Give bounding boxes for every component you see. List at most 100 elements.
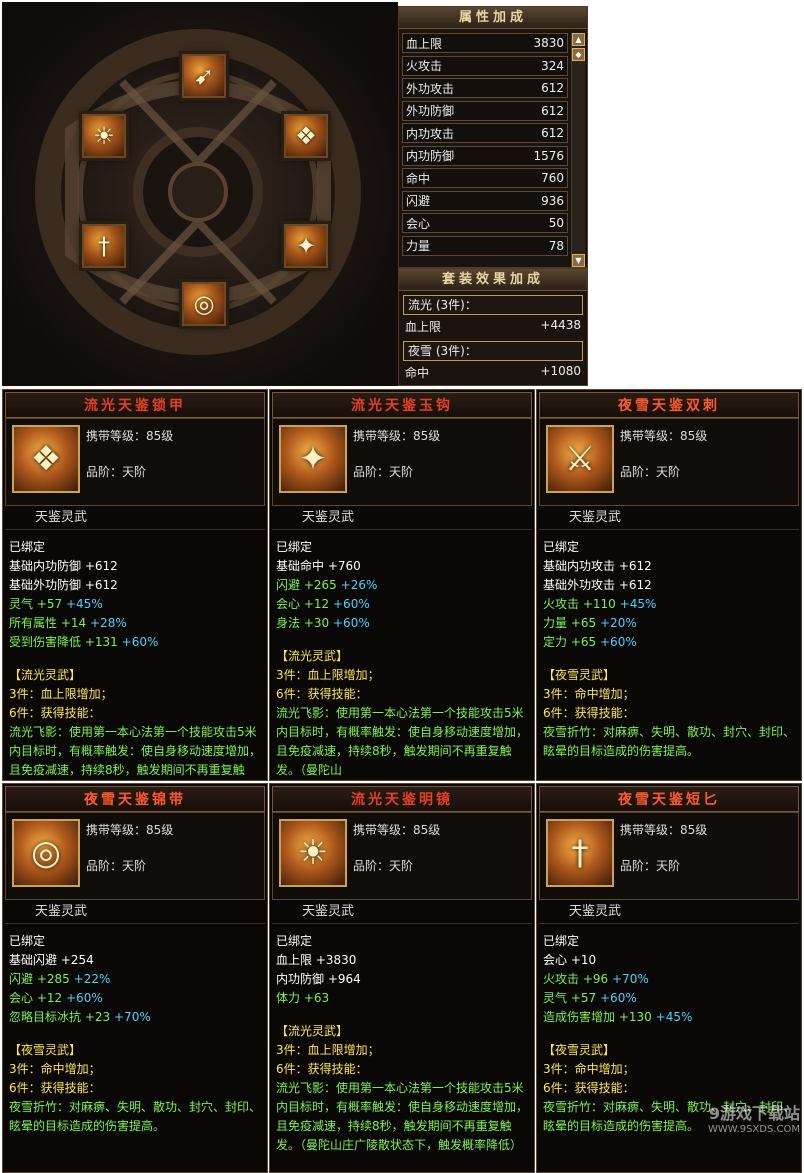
base-stat: 血上限 +3830 xyxy=(276,951,534,970)
stat-value: +254 xyxy=(60,953,94,967)
slot-top-weapon-icon[interactable]: ➹ xyxy=(182,54,226,98)
item-title: 流光天鉴玉钩 xyxy=(272,392,532,418)
item-subtype: 天鉴灵武 xyxy=(272,506,532,530)
attribute-value: 50 xyxy=(548,216,564,230)
item-header: † 携带等级：85级 品阶：天阶 xyxy=(539,812,799,900)
dual-dagger-icon[interactable]: ⚔ xyxy=(546,425,614,493)
attribute-name: 闪避 xyxy=(406,194,431,208)
stat-value: +65 xyxy=(570,616,597,630)
extra-stat: 忽略目标冰抗 +23 +70% xyxy=(9,1008,267,1027)
item-title: 夜雪天鉴锦带 xyxy=(5,786,265,812)
scroll-down-icon[interactable]: ▼ xyxy=(572,254,585,267)
base-stat: 基础内功防御 +612 xyxy=(9,557,267,576)
stat-bonus: +45% xyxy=(655,1010,693,1024)
short-blade-icon[interactable]: † xyxy=(546,819,614,887)
extra-stat: 灵气 +57 +45% xyxy=(9,595,267,614)
item-grade: 品阶：天阶 xyxy=(353,859,414,873)
item-tooltip-card: 流光天鉴明镜 ☀ 携带等级：85级 品阶：天阶 天鉴灵武 已绑定 血上限 +3830 内功防… xyxy=(269,783,535,1173)
item-header: ◎ 携带等级：85级 品阶：天阶 xyxy=(5,812,265,900)
slot-short-blade-icon[interactable]: † xyxy=(82,224,126,268)
attribute-value: 612 xyxy=(541,126,564,140)
stat-bonus: +60% xyxy=(333,616,370,630)
stat-value: +12 xyxy=(303,597,330,611)
item-stats: 已绑定 基础内功攻击 +612 基础外功攻击 +612 火攻击 +110 +45%… xyxy=(537,530,801,761)
attribute-row: 内功攻击 612 xyxy=(402,123,568,143)
item-stats: 已绑定 血上限 +3830 内功防御 +964 体力 +63 【流光灵武】 3件：血… xyxy=(270,924,534,1155)
skill-description: 流光飞影：使用第一本心法第一个技能攻击5米内目标时，有概率触发：使自身移动速度增… xyxy=(276,706,529,777)
attribute-value: 3830 xyxy=(533,36,564,50)
stat-value: +57 xyxy=(36,597,63,611)
scroll-up-icon[interactable]: ▲ xyxy=(572,33,585,46)
extra-stat: 火攻击 +96 +70% xyxy=(543,970,801,989)
attribute-list[interactable]: 血上限 3830 火攻击 324 外功攻击 612 外功防御 612 内功攻击 612 内功防御 15… xyxy=(402,33,568,258)
item-level: 携带等级：85级 xyxy=(620,823,708,837)
extra-stat: 所有属性 +14 +28% xyxy=(9,614,267,633)
equipment-wheel: ➹ ☀ ❖ † ✦ ◎ xyxy=(2,2,398,386)
item-title: 夜雪天鉴短匕 xyxy=(539,786,799,812)
watermark-text: 9游戏下载站 xyxy=(708,1104,800,1123)
slot-armor-icon[interactable]: ❖ xyxy=(284,114,328,158)
stat-name: 火攻击 xyxy=(543,972,580,986)
mirror-icon[interactable]: ☀ xyxy=(279,819,347,887)
attribute-scrollbar[interactable]: ▲ ◆ ▼ xyxy=(571,33,585,267)
item-level: 携带等级：85级 xyxy=(353,429,441,443)
set-6-bonus: 6件：获得技能： xyxy=(543,1081,635,1095)
skill-description: 夜雪折竹：对麻痹、失明、散功、封穴、封印、眩晕的目标造成的伤害提高。 xyxy=(9,1100,262,1133)
stat-name: 会心 xyxy=(276,597,301,611)
set-6-bonus: 6件：获得技能： xyxy=(543,706,635,720)
stat-value: +63 xyxy=(303,991,330,1005)
armor-icon[interactable]: ❖ xyxy=(12,425,80,493)
stat-name: 定力 xyxy=(543,635,568,649)
extra-stat: 身法 +30 +60% xyxy=(276,614,534,633)
attribute-panel: 属性加成 血上限 3830 火攻击 324 外功攻击 612 外功防御 612 内功攻击 612 内… xyxy=(398,6,588,268)
stat-value: +964 xyxy=(327,972,361,986)
skill-description: 流光飞影：使用第一本心法第一个技能攻击5米内目标时，有概率触发：使自身移动速度增… xyxy=(9,725,262,777)
bound-status: 已绑定 xyxy=(276,540,313,554)
stat-name: 基础外功防御 xyxy=(9,578,82,592)
attribute-name: 会心 xyxy=(406,216,431,231)
stat-name: 血上限 xyxy=(276,953,313,967)
attribute-name: 外功攻击 xyxy=(406,81,455,96)
item-level: 携带等级：85级 xyxy=(620,429,708,443)
scroll-thumb-icon[interactable]: ◆ xyxy=(572,48,585,61)
item-stats: 已绑定 基础内功防御 +612 基础外功防御 +612 灵气 +57 +45% 所有… xyxy=(3,530,267,780)
stat-bonus: +60% xyxy=(600,635,637,649)
extra-stat: 闪避 +265 +26% xyxy=(276,576,534,595)
base-stat: 基础外功攻击 +612 xyxy=(543,576,801,595)
slot-belt-icon[interactable]: ◎ xyxy=(182,282,226,326)
belt-icon[interactable]: ◎ xyxy=(12,819,80,887)
set-bonus-stat: 命中 xyxy=(405,366,430,380)
attribute-row: 会心 50 xyxy=(402,213,568,233)
item-level: 携带等级：85级 xyxy=(353,823,441,837)
stat-name: 基础内功防御 xyxy=(9,559,82,573)
stat-name: 基础闪避 xyxy=(9,953,58,967)
bound-status: 已绑定 xyxy=(9,934,46,948)
set-title: 【流光灵武】 xyxy=(9,668,82,682)
watermark: 9游戏下载站 WWW.9SXDS.COM xyxy=(640,1100,800,1160)
set-name: 流光 (3件)： xyxy=(403,295,583,315)
bound-status: 已绑定 xyxy=(543,540,580,554)
set-3-bonus: 3件：血上限增加； xyxy=(276,668,380,682)
claw-icon[interactable]: ✦ xyxy=(279,425,347,493)
stat-name: 会心 xyxy=(9,991,34,1005)
item-stats: 已绑定 基础闪避 +254 闪避 +285 +22% 会心 +12 +60% 忽略目标… xyxy=(3,924,267,1136)
stat-bonus: +28% xyxy=(90,616,127,630)
set-3-bonus: 3件：血上限增加； xyxy=(9,687,113,701)
stat-value: +30 xyxy=(303,616,330,630)
set-3-bonus: 3件：血上限增加； xyxy=(276,1043,380,1057)
stat-name: 灵气 xyxy=(543,991,568,1005)
set-bonus-panel: 套装效果加成 流光 (3件)： 血上限 +4438 夜雪 (3件)： 命中 +1… xyxy=(398,268,588,386)
base-stat: 内功防御 +964 xyxy=(276,970,534,989)
attribute-value: 612 xyxy=(541,81,564,95)
attribute-name: 内功防御 xyxy=(406,149,455,163)
stat-value: +23 xyxy=(84,1010,111,1024)
stat-value: +12 xyxy=(36,991,63,1005)
slot-mirror-icon[interactable]: ☀ xyxy=(82,114,126,158)
stat-value: +130 xyxy=(618,1010,652,1024)
slot-claw-icon[interactable]: ✦ xyxy=(284,224,328,268)
stat-name: 基础外功攻击 xyxy=(543,578,616,592)
stat-bonus: +60% xyxy=(66,991,103,1005)
attribute-value: 760 xyxy=(541,171,564,185)
item-title: 夜雪天鉴双刺 xyxy=(539,392,799,418)
attribute-panel-title: 属性加成 xyxy=(399,7,587,29)
